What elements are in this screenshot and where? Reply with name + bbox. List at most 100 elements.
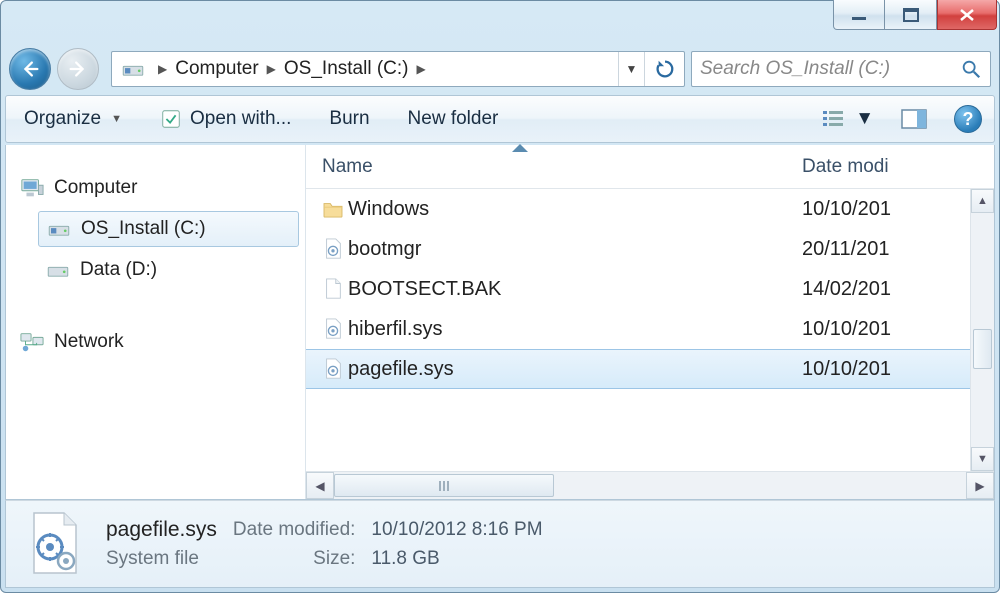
vertical-scrollbar[interactable]: ▲ ▼ [970, 189, 994, 471]
details-pane: pagefile.sys Date modified: 10/10/2012 8… [5, 500, 995, 588]
file-row[interactable]: pagefile.sys10/10/201 [306, 349, 994, 389]
chevron-right-icon[interactable]: ▶ [412, 62, 429, 76]
network-icon [20, 331, 44, 353]
file-row[interactable]: hiberfil.sys10/10/201 [306, 309, 994, 349]
help-button[interactable]: ? [954, 105, 982, 133]
minimize-button[interactable] [833, 0, 885, 30]
forward-arrow-icon [67, 58, 89, 80]
tree-node-os-install[interactable]: OS_Install (C:) [38, 211, 299, 247]
search-box[interactable] [691, 51, 991, 87]
navigation-pane: Computer OS_Install (C:) Data (D:) Netwo [6, 145, 306, 499]
navigation-bar: ▶ Computer ▶ OS_Install (C:) ▶ ▼ [1, 43, 999, 95]
tree-label: OS_Install (C:) [81, 218, 206, 240]
help-icon: ? [954, 105, 982, 133]
toolbar: Organize ▼ Open with... Burn New folder … [5, 95, 995, 143]
refresh-button[interactable] [644, 52, 684, 86]
file-date: 10/10/201 [786, 358, 994, 381]
file-list: Windows10/10/201bootmgr20/11/201BOOTSECT… [306, 189, 994, 471]
columns-header: Name Date modi [306, 145, 994, 189]
details-date-value: 10/10/2012 8:16 PM [371, 519, 542, 541]
file-name: bootmgr [348, 238, 786, 261]
scroll-down-arrow-icon[interactable]: ▼ [971, 447, 994, 471]
breadcrumb: ▶ Computer ▶ OS_Install (C:) ▶ [154, 52, 618, 86]
titlebar [1, 1, 999, 43]
minimize-icon [849, 7, 869, 23]
details-date-label: Date modified: [233, 519, 356, 541]
folder-icon [306, 200, 348, 218]
refresh-icon [654, 58, 676, 80]
close-button[interactable] [937, 0, 997, 30]
file-type-icon [22, 509, 86, 579]
breadcrumb-label: OS_Install (C:) [284, 58, 409, 80]
file-icon [306, 358, 348, 380]
file-name: Windows [348, 198, 786, 221]
computer-icon [20, 177, 44, 199]
chevron-down-icon: ▼ [111, 113, 122, 125]
maximize-button[interactable] [885, 0, 937, 30]
column-date-header[interactable]: Date modi [786, 156, 994, 178]
details-size-label: Size: [233, 548, 356, 570]
search-icon [960, 58, 982, 80]
scroll-up-arrow-icon[interactable]: ▲ [971, 189, 994, 213]
drive-icon [118, 54, 148, 84]
content-area: Name Date modi Windows10/10/201bootmgr20… [306, 145, 994, 499]
details-filetype: System file [106, 548, 217, 570]
tree-node-network[interactable]: Network [12, 325, 299, 359]
file-date: 10/10/201 [786, 198, 994, 221]
file-row[interactable]: BOOTSECT.BAK14/02/201 [306, 269, 994, 309]
explorer-window: ▶ Computer ▶ OS_Install (C:) ▶ ▼ Organiz… [0, 0, 1000, 593]
file-date: 14/02/201 [786, 278, 994, 301]
organize-label: Organize [24, 108, 101, 130]
chevron-down-icon: ▼ [855, 108, 874, 130]
back-button[interactable] [9, 48, 51, 90]
file-icon [306, 278, 348, 300]
scroll-right-arrow-icon[interactable]: ▶ [966, 472, 994, 499]
preview-pane-button[interactable] [900, 107, 928, 131]
open-with-button[interactable]: Open with... [154, 104, 297, 134]
drive-icon [46, 259, 70, 281]
view-options-button[interactable]: ▼ [821, 107, 874, 131]
file-name: pagefile.sys [348, 358, 786, 381]
forward-button[interactable] [57, 48, 99, 90]
file-row[interactable]: bootmgr20/11/201 [306, 229, 994, 269]
column-name-header[interactable]: Name [306, 156, 786, 178]
new-folder-label: New folder [408, 108, 499, 130]
details-filename: pagefile.sys [106, 518, 217, 542]
tree-node-computer[interactable]: Computer [12, 171, 299, 205]
address-dropdown[interactable]: ▼ [618, 52, 644, 86]
breadcrumb-computer[interactable]: Computer [171, 52, 262, 86]
horizontal-scrollbar[interactable]: ◀ ▶ [306, 471, 994, 499]
tree-node-data[interactable]: Data (D:) [38, 253, 299, 287]
search-input[interactable] [700, 58, 952, 80]
file-name: BOOTSECT.BAK [348, 278, 786, 301]
chevron-right-icon[interactable]: ▶ [154, 62, 171, 76]
details-size-value: 11.8 GB [371, 548, 542, 570]
file-name: hiberfil.sys [348, 318, 786, 341]
tree-label: Network [54, 331, 124, 353]
chevron-right-icon[interactable]: ▶ [263, 62, 280, 76]
open-with-icon [160, 108, 182, 130]
tree-label: Computer [54, 177, 137, 199]
close-icon [957, 7, 977, 23]
file-date: 20/11/201 [786, 238, 994, 261]
window-controls [833, 0, 997, 30]
scrollbar-thumb[interactable] [973, 329, 992, 369]
tree-label: Data (D:) [80, 259, 157, 281]
details-text: pagefile.sys Date modified: 10/10/2012 8… [106, 518, 543, 570]
address-bar[interactable]: ▶ Computer ▶ OS_Install (C:) ▶ ▼ [111, 51, 685, 87]
view-list-icon [821, 107, 851, 131]
open-with-label: Open with... [190, 108, 291, 130]
scrollbar-track[interactable] [334, 472, 966, 499]
burn-label: Burn [329, 108, 369, 130]
file-row[interactable]: Windows10/10/201 [306, 189, 994, 229]
new-folder-button[interactable]: New folder [402, 104, 505, 134]
breadcrumb-drive[interactable]: OS_Install (C:) [280, 52, 413, 86]
file-icon [306, 318, 348, 340]
file-icon [306, 238, 348, 260]
maximize-icon [901, 7, 921, 23]
scrollbar-thumb[interactable] [334, 474, 554, 497]
organize-button[interactable]: Organize ▼ [18, 104, 128, 134]
preview-pane-icon [900, 107, 928, 131]
scroll-left-arrow-icon[interactable]: ◀ [306, 472, 334, 499]
burn-button[interactable]: Burn [323, 104, 375, 134]
